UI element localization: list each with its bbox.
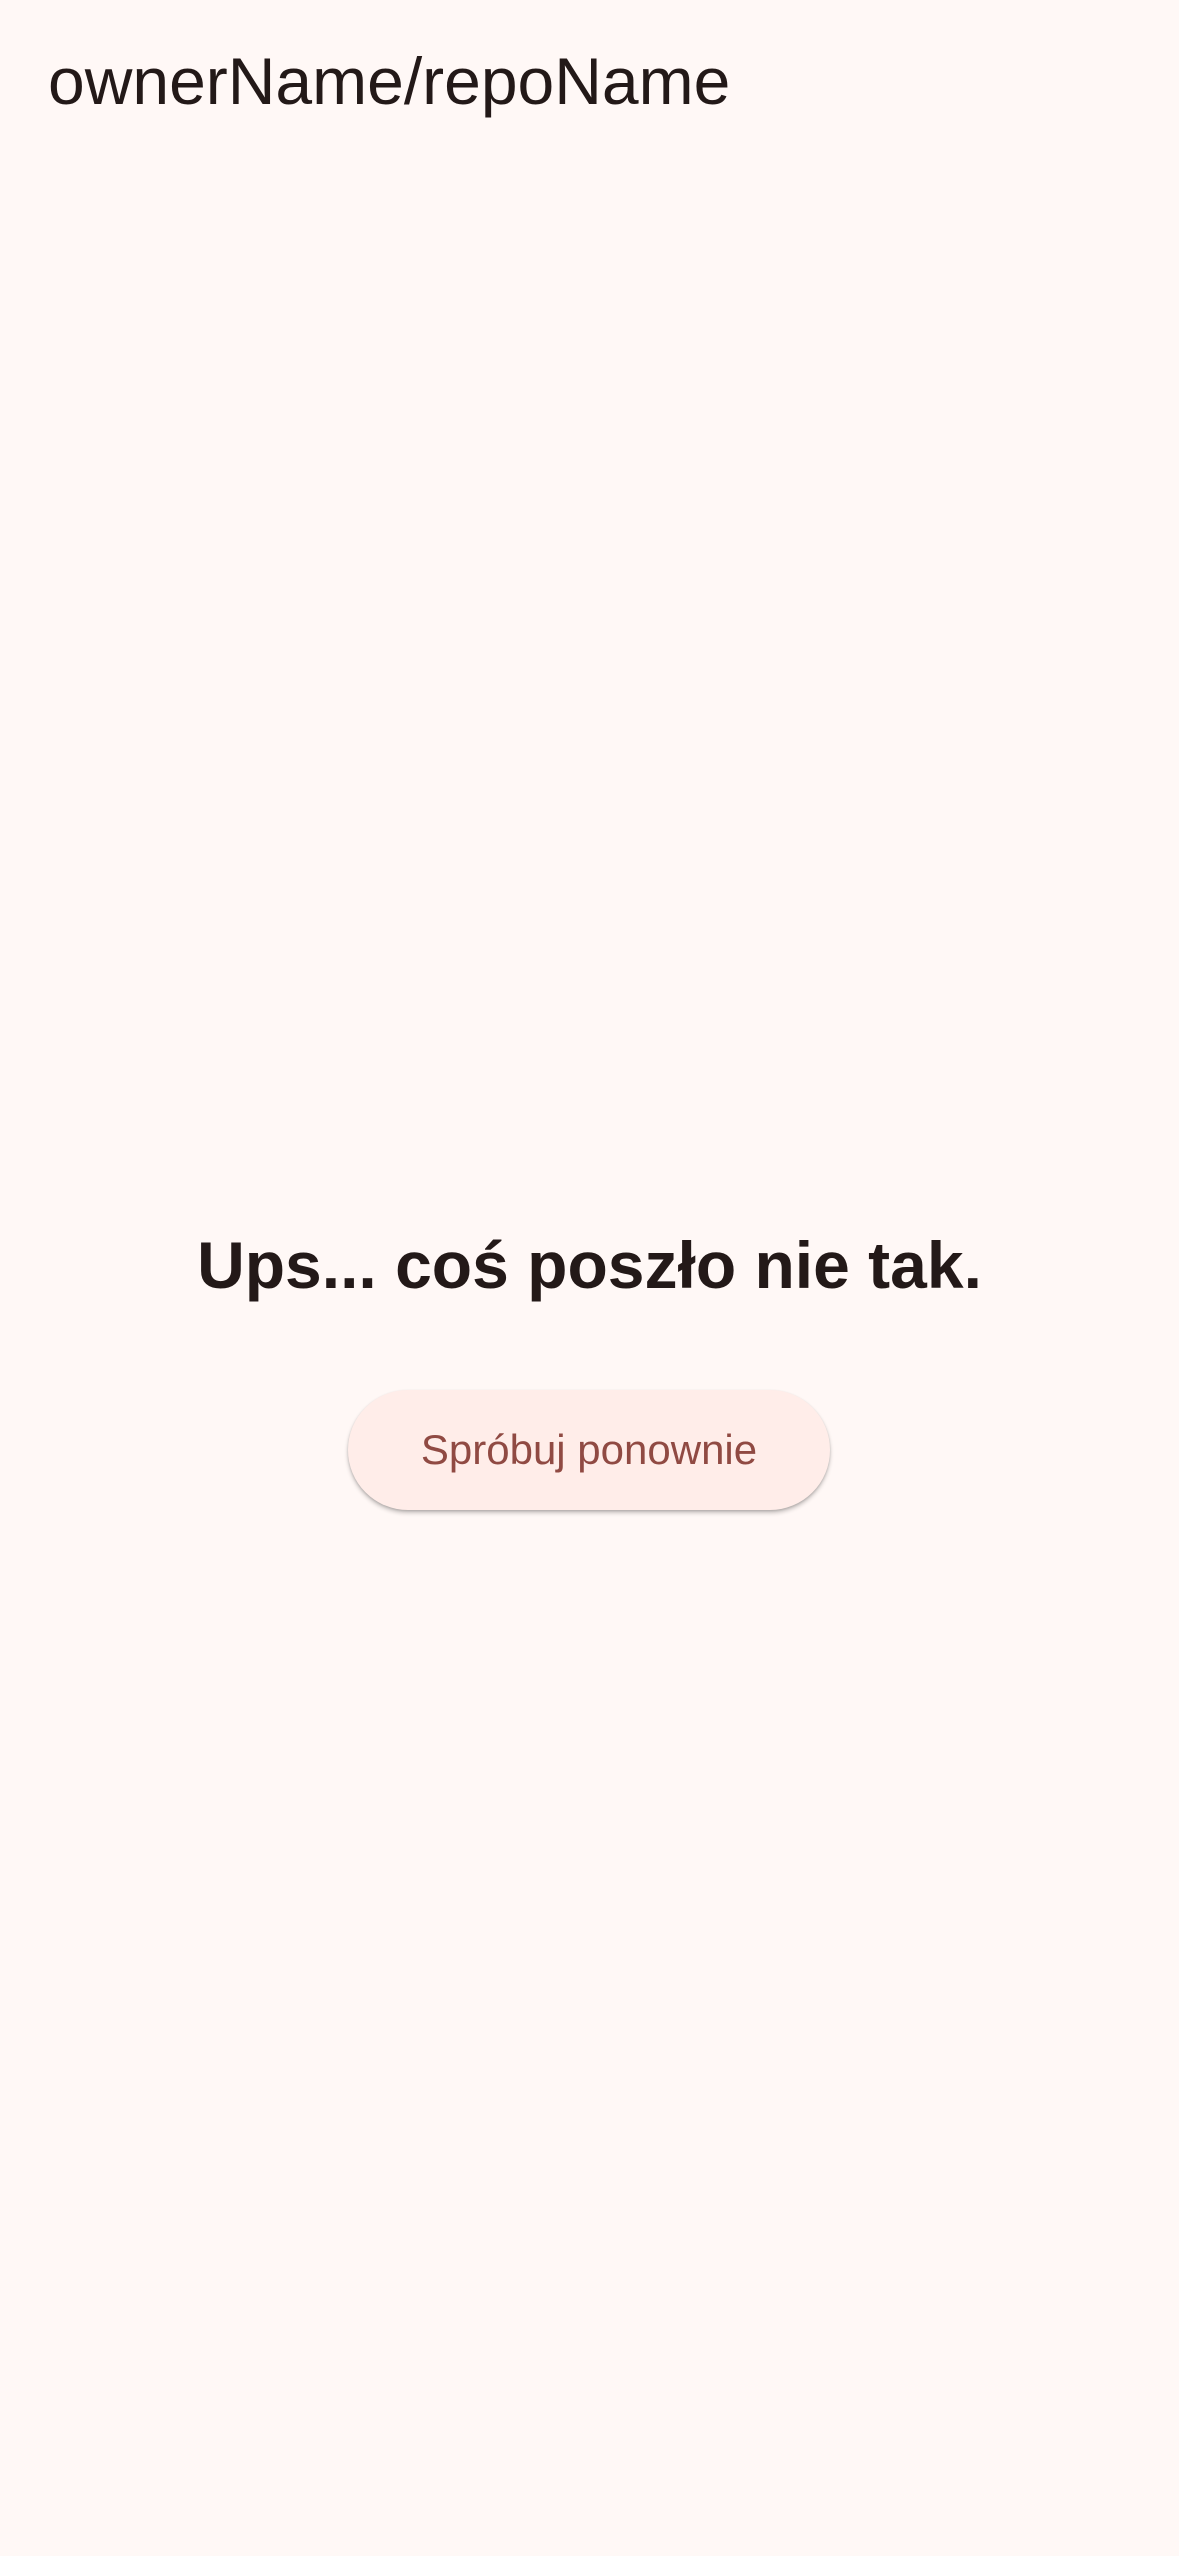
error-message: Ups... coś poszło nie tak. [197, 1228, 982, 1302]
error-content: Ups... coś poszło nie tak. Spróbuj ponow… [0, 160, 1179, 2556]
app-bar-title: ownerName/repoName [48, 44, 731, 118]
top-app-bar: ownerName/repoName [0, 0, 1179, 160]
retry-button[interactable]: Spróbuj ponownie [348, 1390, 830, 1510]
